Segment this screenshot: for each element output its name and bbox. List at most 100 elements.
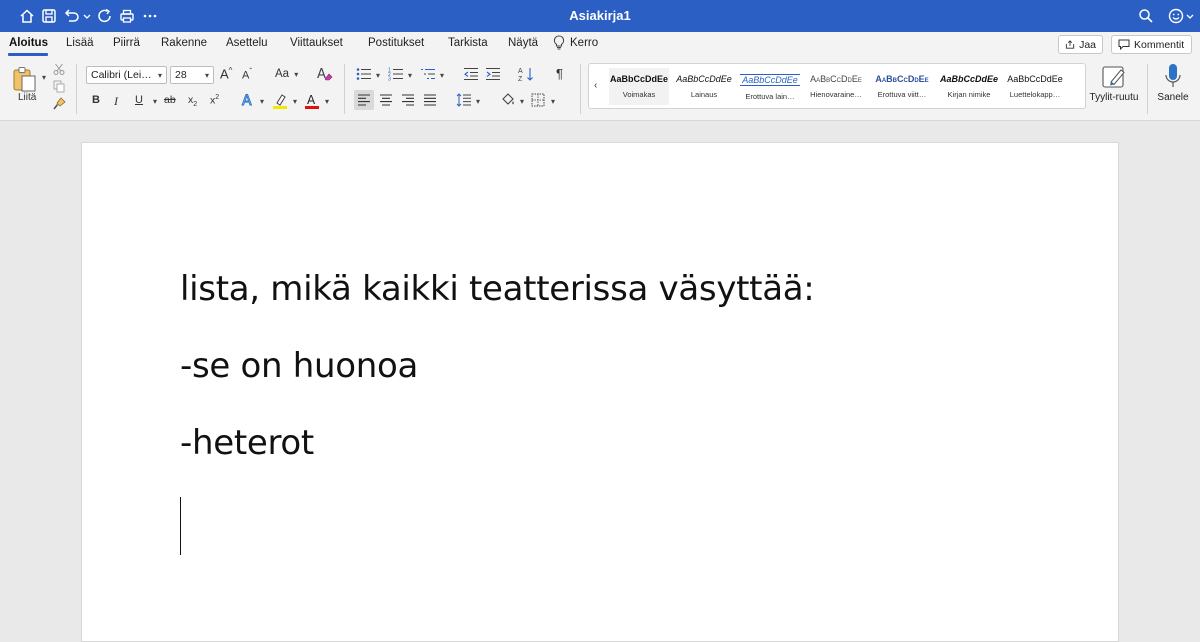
- active-tab-indicator: [8, 53, 48, 56]
- tab-viittaukset[interactable]: Viittaukset: [290, 37, 343, 49]
- change-case-button[interactable]: Aa ▾: [275, 68, 298, 80]
- align-center-icon[interactable]: [376, 90, 396, 110]
- styles-pane-button[interactable]: Tyylit-ruutu: [1088, 62, 1140, 108]
- shading-icon[interactable]: [500, 92, 516, 108]
- align-left-icon[interactable]: [354, 90, 374, 110]
- numbering-icon[interactable]: 123: [388, 67, 404, 81]
- styles-pane-label: Tyylit-ruutu: [1089, 92, 1139, 103]
- underline-button[interactable]: U: [135, 94, 143, 106]
- paste-icon[interactable]: [12, 64, 38, 94]
- style-preview: AaBbCcDdEe: [939, 74, 998, 84]
- style-erottuva-lainaus[interactable]: AaBbCcDdEe Erottuva lain…: [740, 68, 800, 105]
- align-right-icon[interactable]: [398, 90, 418, 110]
- share-button[interactable]: Jaa: [1058, 35, 1103, 54]
- style-kirjan-nimike[interactable]: AaBbCcDdEe Kirjan nimike: [939, 68, 999, 105]
- document-line-2[interactable]: -se on huonoa: [180, 346, 418, 386]
- shading-dropdown-icon[interactable]: ▾: [518, 95, 524, 107]
- tab-asettelu[interactable]: Asettelu: [226, 37, 268, 49]
- print-icon[interactable]: [118, 7, 136, 25]
- style-erottuva-viittaus[interactable]: AaBbCcDdEe Erottuva viitt…: [872, 68, 932, 105]
- bold-button[interactable]: B: [92, 94, 100, 106]
- increase-indent-icon[interactable]: [485, 67, 501, 81]
- undo-icon[interactable]: [63, 7, 81, 25]
- redo-icon[interactable]: [96, 7, 114, 25]
- italic-button[interactable]: I: [114, 94, 118, 109]
- subscript-button[interactable]: x2: [188, 94, 197, 108]
- tab-postitukset[interactable]: Postitukset: [368, 37, 424, 49]
- share-icon: [1065, 40, 1075, 49]
- tab-tarkista[interactable]: Tarkista: [448, 37, 488, 49]
- style-name: Erottuva viitt…: [877, 90, 927, 99]
- strikethrough-button[interactable]: ab: [164, 94, 176, 106]
- clear-formatting-icon[interactable]: A: [316, 66, 334, 82]
- numbering-dropdown-icon[interactable]: ▾: [406, 69, 412, 81]
- style-hienovarainen-viittaus[interactable]: AaBbCcDdEe Hienovaraine…: [806, 68, 866, 105]
- tab-rakenne[interactable]: Rakenne: [161, 37, 207, 49]
- style-lainaus[interactable]: AaBbCcDdEe Lainaus: [674, 68, 734, 105]
- tab-nayta[interactable]: Näytä: [508, 37, 538, 49]
- style-luettelokappale[interactable]: AaBbCcDdEe Luettelokapp…: [1005, 68, 1065, 105]
- tab-piirra[interactable]: Piirrä: [113, 37, 140, 49]
- format-painter-icon[interactable]: [52, 96, 66, 110]
- smiley-dropdown-icon[interactable]: [1185, 7, 1195, 25]
- copy-icon[interactable]: [52, 79, 66, 93]
- style-preview: AaBbCcDdEe: [810, 74, 862, 84]
- font-name-select[interactable]: Calibri (Lei… ▾: [86, 66, 167, 84]
- style-preview: AaBbCcDdEe: [676, 74, 732, 84]
- share-label: Jaa: [1079, 38, 1096, 51]
- line-spacing-dropdown-icon[interactable]: ▾: [474, 95, 480, 107]
- document-line-3[interactable]: -heterot: [180, 423, 314, 463]
- font-size-value: 28: [175, 69, 187, 81]
- document-page[interactable]: lista, mikä kaikki teatterissa väsyttää:…: [81, 142, 1119, 642]
- bullets-dropdown-icon[interactable]: ▾: [374, 69, 380, 81]
- font-name-dropdown-icon: ▾: [157, 70, 162, 80]
- superscript-button[interactable]: x2: [210, 94, 219, 107]
- pilcrow-icon[interactable]: ¶: [556, 66, 563, 81]
- line-spacing-icon[interactable]: [456, 92, 472, 108]
- tab-aloitus[interactable]: Aloitus: [9, 37, 48, 49]
- tab-lisaa[interactable]: Lisää: [66, 37, 94, 49]
- comments-button[interactable]: Kommentit: [1111, 35, 1192, 54]
- style-voimakas[interactable]: AaBbCcDdEe Voimakas: [609, 68, 669, 105]
- svg-text:Z: Z: [518, 76, 523, 82]
- home-icon[interactable]: [18, 7, 36, 25]
- text-effects-icon[interactable]: A: [240, 92, 256, 109]
- multilevel-list-dropdown-icon[interactable]: ▾: [438, 69, 444, 81]
- more-icon[interactable]: [141, 7, 159, 25]
- borders-dropdown-icon[interactable]: ▾: [549, 95, 555, 107]
- ribbon-separator: [76, 64, 77, 114]
- highlight-dropdown-icon[interactable]: ▾: [291, 95, 297, 107]
- undo-dropdown-icon[interactable]: [82, 7, 92, 25]
- style-preview: AaBbCcDdEe: [1007, 74, 1063, 84]
- font-color-icon[interactable]: A: [303, 92, 321, 110]
- justify-icon[interactable]: [420, 90, 440, 110]
- paste-dropdown-icon[interactable]: ▾: [39, 72, 47, 82]
- bullets-icon[interactable]: [356, 67, 372, 81]
- document-line-1[interactable]: lista, mikä kaikki teatterissa väsyttää:: [180, 269, 815, 309]
- svg-text:A: A: [317, 67, 326, 82]
- text-effects-dropdown-icon[interactable]: ▾: [258, 95, 264, 107]
- grow-font-button[interactable]: A^: [220, 66, 232, 81]
- ribbon-tabs: Aloitus Lisää Piirrä Rakenne Asettelu Vi…: [0, 32, 1200, 58]
- cut-icon[interactable]: [52, 62, 66, 76]
- gallery-prev-icon[interactable]: ‹: [594, 80, 597, 91]
- sort-icon[interactable]: AZ: [518, 66, 536, 82]
- font-color-dropdown-icon[interactable]: ▾: [323, 95, 329, 107]
- font-size-select[interactable]: 28 ▾: [170, 66, 214, 84]
- comments-label: Kommentit: [1134, 38, 1185, 51]
- tab-kerro[interactable]: Kerro: [553, 35, 598, 50]
- search-icon[interactable]: [1137, 7, 1155, 25]
- document-title: Asiakirja1: [569, 8, 631, 23]
- svg-text:A: A: [242, 93, 252, 108]
- underline-dropdown-icon[interactable]: ▾: [151, 95, 157, 107]
- shrink-font-button[interactable]: Aˇ: [242, 67, 252, 82]
- save-icon[interactable]: [40, 7, 58, 25]
- highlight-icon[interactable]: [271, 92, 289, 110]
- borders-icon[interactable]: [530, 92, 546, 108]
- multilevel-list-icon[interactable]: [420, 67, 436, 81]
- ribbon-separator: [580, 64, 581, 114]
- decrease-indent-icon[interactable]: [463, 67, 479, 81]
- smiley-icon[interactable]: [1167, 7, 1185, 25]
- title-bar: Asiakirja1: [0, 0, 1200, 32]
- dictate-button[interactable]: Sanele: [1154, 62, 1192, 108]
